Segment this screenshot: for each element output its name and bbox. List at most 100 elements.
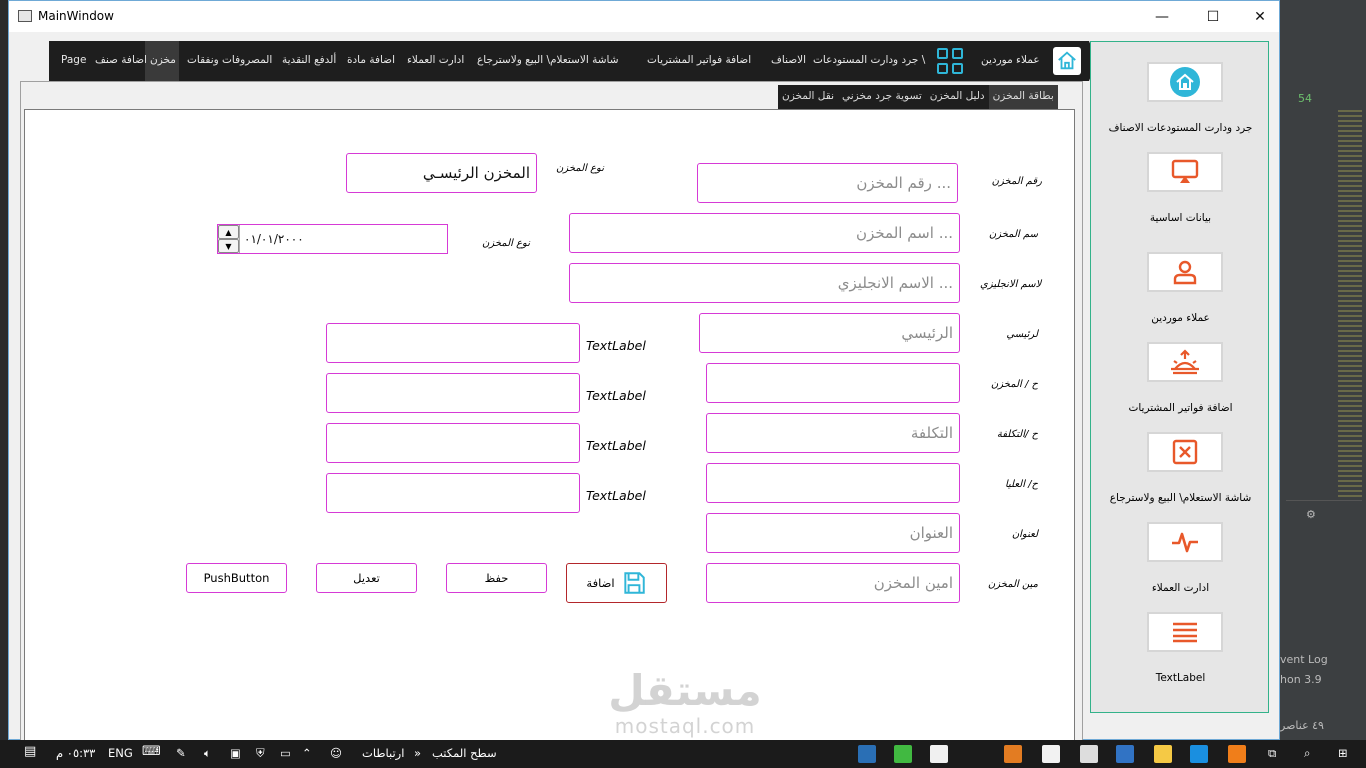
right-sidebar: جرد ودارت المستودعات الاصناف بيانات اساس… — [1090, 41, 1269, 713]
start-icon[interactable]: ⊞ — [1338, 746, 1348, 760]
sidebar-btn-purchases[interactable] — [1147, 342, 1223, 382]
add-button[interactable]: اضافة — [566, 563, 667, 603]
sidebar-btn-query[interactable] — [1147, 432, 1223, 472]
nav-inventory[interactable]: جرد ودارت المستودعات \ — [813, 54, 925, 66]
vlc-icon[interactable] — [1228, 745, 1246, 763]
text-field-4[interactable] — [326, 473, 580, 513]
file-explorer-icon[interactable] — [1154, 745, 1172, 763]
search-icon[interactable]: ⌕ — [1304, 746, 1310, 761]
people-icon[interactable]: ☺ — [330, 746, 342, 760]
save-button[interactable]: حفظ — [446, 563, 547, 593]
grid-icon[interactable] — [937, 48, 963, 74]
app-taskbar-icon-active[interactable] — [858, 745, 876, 763]
english-name-label: لاسم الانجليزي — [980, 279, 1042, 290]
folder-app-icon[interactable] — [1116, 745, 1134, 763]
edge-icon[interactable] — [1190, 745, 1208, 763]
menu-icon — [1173, 622, 1197, 643]
nav-page[interactable]: Page — [61, 54, 86, 66]
tab-store-card[interactable]: بطاقة المخزن — [988, 85, 1058, 109]
qt-icon[interactable] — [894, 745, 912, 763]
nav-store[interactable]: مخزن — [150, 54, 176, 66]
sidebar-btn-customers[interactable] — [1147, 252, 1223, 292]
text-field-1[interactable] — [326, 323, 580, 363]
nav-query-sales[interactable]: شاشة الاستعلام\ البيع ولاسترجاع — [477, 54, 619, 66]
chevron-icon[interactable]: » — [414, 746, 421, 760]
background-ide-window: 54 ⚙ vent Log hon 3.9 ٤٩ عناصر — [1280, 0, 1366, 740]
sidebar-btn-customers-admin[interactable] — [1147, 522, 1223, 562]
sidebar-label-query: شاشة الاستعلام\ البيع ولاسترجاع — [1109, 492, 1252, 504]
taskbar-clock[interactable]: ٠٥:٣٣ م — [56, 746, 95, 760]
shield-icon[interactable]: ⛨ — [256, 746, 265, 761]
home-icon[interactable] — [1053, 47, 1081, 75]
date-label: نوع المخزن — [481, 238, 530, 249]
speaker-icon[interactable]: 🔈︎ — [204, 746, 211, 761]
date-input[interactable]: ▲ ▼ ٠١/٠١/٢٠٠٠ — [217, 224, 448, 254]
pycharm-icon[interactable] — [930, 745, 948, 763]
keyboard-icon[interactable]: ⌨ — [142, 744, 161, 759]
push-button[interactable]: PushButton — [186, 563, 287, 593]
top-nav-bar: Page اضافة صنف مخزن المصروفات ونفقات ألد… — [49, 41, 1097, 81]
text-field-3[interactable] — [326, 423, 580, 463]
keeper-input[interactable]: امين المخزن — [706, 563, 960, 603]
network-icon[interactable]: ▣ — [230, 746, 241, 760]
mail-icon[interactable] — [1042, 745, 1060, 763]
title-bar[interactable]: MainWindow — ☐ ✕ — [9, 1, 1279, 32]
spin-up-icon[interactable]: ▲ — [218, 225, 239, 239]
text-field-2[interactable] — [326, 373, 580, 413]
upper-account-label: ح/ العليا — [1004, 479, 1038, 490]
nav-add-item[interactable]: اضافة صنف — [95, 54, 147, 66]
chevron-up-icon[interactable]: ⌃ — [302, 746, 312, 760]
sidebar-label-basic-data: بيانات اساسية — [1149, 212, 1212, 224]
mostaql-watermark: مستقل mostaql.com — [585, 668, 785, 739]
task-view-icon[interactable]: ⧉ — [1268, 746, 1276, 761]
sublime-icon[interactable] — [1004, 745, 1022, 763]
store-icon[interactable] — [1080, 745, 1098, 763]
store-account-input[interactable] — [706, 363, 960, 403]
store-number-input[interactable]: رقم المخزن ... — [697, 163, 958, 203]
nav-add-material[interactable]: اضافة مادة — [347, 54, 395, 66]
sidebar-btn-basic-data[interactable] — [1147, 152, 1223, 192]
tab-inventory-settlement[interactable]: تسوية جرد مخزني — [838, 85, 926, 109]
nav-items[interactable]: الاصناف — [771, 54, 806, 66]
desktop-toolbar[interactable]: سطح المكتب — [432, 746, 497, 760]
notification-icon[interactable]: ▤ — [24, 744, 36, 759]
sidebar-btn-home[interactable] — [1147, 62, 1223, 102]
store-number-label: رقم المخزن — [991, 176, 1042, 187]
store-name-input[interactable]: اسم المخزن ... — [569, 213, 960, 253]
text-label-4: TextLabel — [586, 488, 646, 503]
close-box-icon — [1172, 439, 1198, 465]
nav-expenses[interactable]: المصروفات ونفقات — [187, 54, 272, 66]
battery-icon[interactable]: ▭ — [280, 746, 291, 760]
windows-taskbar: ▤ ٠٥:٣٣ م ENG ⌨ ✎ 🔈︎ ▣ ⛨ ▭ ⌃ ☺ ارتباطات … — [0, 740, 1366, 768]
english-name-input[interactable]: الاسم الانجليزي ... — [569, 263, 960, 303]
close-button[interactable]: ✕ — [1237, 1, 1283, 32]
sidebar-label-textlabel: TextLabel — [1155, 672, 1206, 684]
sidebar-label-customers-admin: ادارت العملاء — [1151, 582, 1210, 594]
minimize-button[interactable]: — — [1139, 1, 1185, 32]
store-type-input[interactable]: المخزن الرئيسـي — [346, 153, 537, 193]
upper-account-input[interactable] — [706, 463, 960, 503]
event-log-label[interactable]: vent Log — [1280, 653, 1328, 666]
code-minimap — [1338, 110, 1362, 500]
sidebar-btn-menu[interactable] — [1147, 612, 1223, 652]
gear-icon[interactable]: ⚙ — [1306, 508, 1316, 521]
links-toolbar[interactable]: ارتباطات — [362, 746, 404, 760]
cost-account-input[interactable]: التكلفة — [706, 413, 960, 453]
nav-purchase-invoices[interactable]: اضافة فواتير المشتريات — [647, 54, 751, 66]
main-input[interactable]: الرئيسي — [699, 313, 960, 353]
maximize-button[interactable]: ☐ — [1190, 1, 1236, 32]
tab-store-guide[interactable]: دليل المخزن — [926, 85, 989, 109]
date-spinner[interactable]: ▲ ▼ — [218, 225, 240, 253]
nav-cash-payment[interactable]: ألدفع النقدية — [282, 54, 336, 66]
nav-customers-admin[interactable]: ادارت العملاء — [407, 54, 464, 66]
edit-button[interactable]: تعديل — [316, 563, 417, 593]
check-count: 54 — [1298, 92, 1312, 105]
language-indicator[interactable]: ENG — [108, 746, 133, 760]
nav-customers-suppliers[interactable]: عملاء موردين — [981, 54, 1040, 66]
spin-down-icon[interactable]: ▼ — [218, 239, 239, 253]
keeper-label: مين المخزن — [987, 579, 1038, 590]
pen-icon[interactable]: ✎ — [176, 746, 186, 760]
address-input[interactable]: العنوان — [706, 513, 960, 553]
python-version-label[interactable]: hon 3.9 — [1280, 673, 1322, 686]
tab-transfer-store[interactable]: نقل المخزن — [778, 85, 838, 109]
